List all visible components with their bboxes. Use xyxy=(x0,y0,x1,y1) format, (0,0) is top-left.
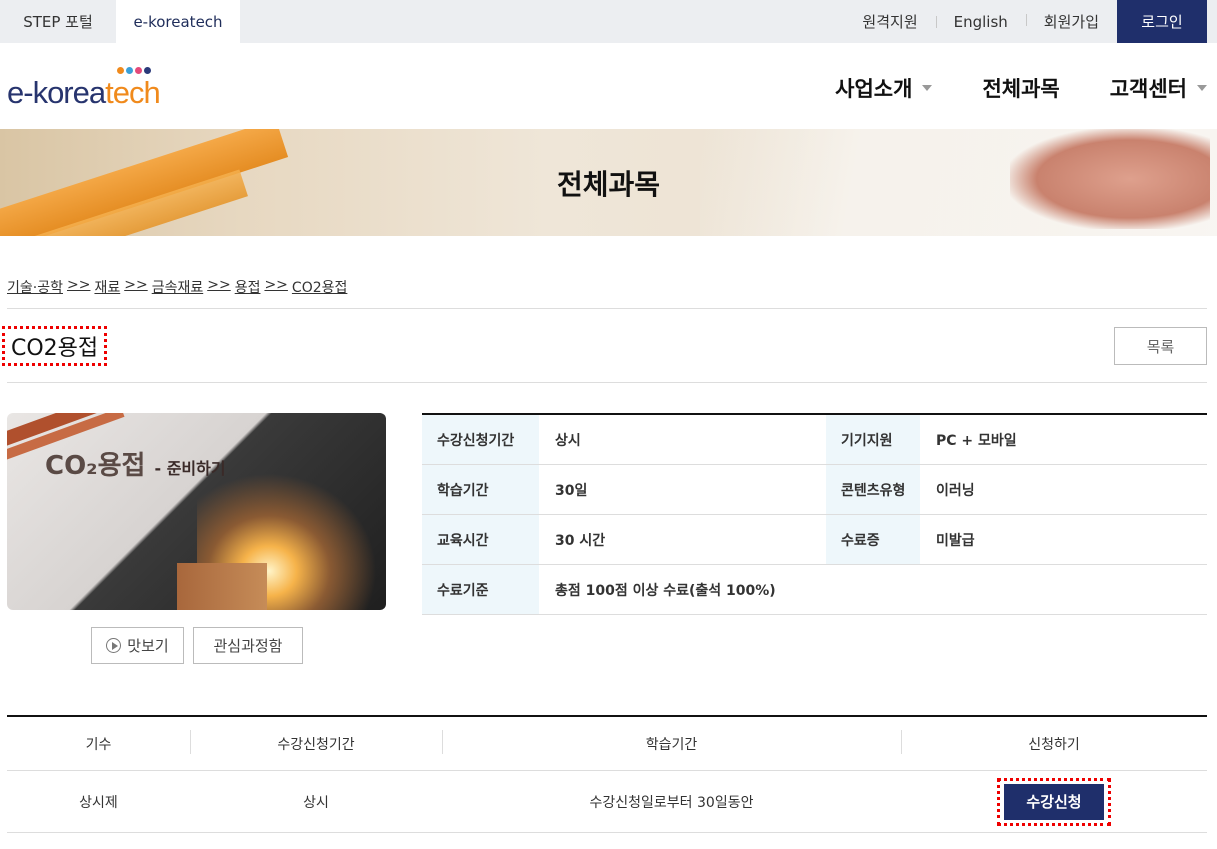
breadcrumb-item[interactable]: 재료 xyxy=(94,277,120,297)
table-row: 교육시간 30 시간 수료증 미발급 xyxy=(422,515,1207,565)
login-button[interactable]: 로그인 xyxy=(1117,0,1207,43)
site-logo[interactable]: e-koreatech xyxy=(7,63,167,113)
list-button[interactable]: 목록 xyxy=(1114,327,1207,365)
divider xyxy=(7,308,1207,309)
period-cell: 상시 xyxy=(303,794,329,811)
apply-cell: 수강신청 xyxy=(901,777,1207,826)
table-row: 상시제 상시 수강신청일로부터 30일동안 수강신청 xyxy=(7,771,1207,833)
table-row: 학습기간 30일 콘텐츠유형 이러닝 xyxy=(422,465,1207,515)
column-header: 신청하기 xyxy=(901,729,1207,754)
info-value: 이러닝 xyxy=(936,482,975,499)
favorite-course-button[interactable]: 관심과정함 xyxy=(193,627,303,664)
course-actions: 맛보기 관심과정함 xyxy=(91,627,303,664)
nav-item-all-courses[interactable]: 전체과목 xyxy=(982,73,1059,103)
info-label: 콘텐츠유형 xyxy=(826,465,920,514)
breadcrumb: 기술·공학 >> 재료 >> 금속재료 >> 용접 >> CO2용접 xyxy=(7,277,348,297)
info-value: 30 시간 xyxy=(555,532,606,549)
table-header: 기수 수강신청기간 학습기간 신청하기 xyxy=(7,717,1207,771)
info-value: 미발급 xyxy=(936,532,975,549)
logo-dots-icon xyxy=(117,67,151,74)
chevron-down-icon xyxy=(1197,85,1207,91)
column-header: 학습기간 xyxy=(442,729,901,754)
course-thumbnail: CO₂용접 - 준비하기 xyxy=(7,413,386,610)
info-label: 학습기간 xyxy=(422,465,539,514)
main-nav: 사업소개 전체과목 고객센터 xyxy=(785,73,1207,103)
nav-item-support[interactable]: 고객센터 xyxy=(1110,73,1207,103)
play-icon xyxy=(106,638,122,653)
breadcrumb-item[interactable]: 용접 xyxy=(235,277,261,297)
logo-text: e-koreatech xyxy=(7,75,161,110)
info-label: 수료증 xyxy=(826,515,920,564)
breadcrumb-item[interactable]: 기술·공학 xyxy=(7,277,63,297)
apply-button[interactable]: 수강신청 xyxy=(997,777,1111,826)
nav-item-business[interactable]: 사업소개 xyxy=(835,73,933,103)
page-banner: 전체과목 xyxy=(0,129,1217,236)
breadcrumb-item[interactable]: CO2용접 xyxy=(292,277,347,297)
info-label: 수강신청기간 xyxy=(422,415,539,464)
tab-e-koreatech[interactable]: e-koreatech xyxy=(116,0,240,43)
column-header: 수강신청기간 xyxy=(190,729,442,754)
breadcrumb-item[interactable]: 금속재료 xyxy=(152,277,204,297)
duration-cell: 수강신청일로부터 30일동안 xyxy=(589,794,754,811)
signup-link[interactable]: 회원가입 xyxy=(1025,11,1117,32)
utility-links: 원격지원 English 회원가입 xyxy=(844,0,1117,43)
info-value: 상시 xyxy=(555,432,581,449)
table-row: 수강신청기간 상시 기기지원 PC + 모바일 xyxy=(422,415,1207,465)
remote-support-link[interactable]: 원격지원 xyxy=(844,11,935,32)
divider xyxy=(7,382,1207,383)
table-row: 수료기준 총점 100점 이상 수료(출석 100%) xyxy=(422,565,1207,615)
top-utility-bar: STEP 포털 e-koreatech 원격지원 English 회원가입 로그… xyxy=(0,0,1217,43)
column-header: 기수 xyxy=(85,736,112,753)
preview-button[interactable]: 맛보기 xyxy=(91,627,184,664)
banner-title: 전체과목 xyxy=(556,167,661,201)
info-label: 수료기준 xyxy=(422,565,539,614)
info-value: PC + 모바일 xyxy=(936,432,1017,449)
site-header: e-koreatech 사업소개 전체과목 고객센터 xyxy=(0,43,1217,129)
tab-step-portal[interactable]: STEP 포털 xyxy=(0,0,116,43)
info-label: 기기지원 xyxy=(826,415,920,464)
info-label: 교육시간 xyxy=(422,515,539,564)
course-title: CO2용접 xyxy=(2,326,108,366)
english-link[interactable]: English xyxy=(935,13,1026,31)
enrollment-table: 기수 수강신청기간 학습기간 신청하기 상시제 상시 수강신청일로부터 30일동… xyxy=(7,715,1207,833)
info-value: 30일 xyxy=(555,482,588,499)
term-cell: 상시제 xyxy=(79,794,118,811)
chevron-down-icon xyxy=(922,85,933,91)
thumbnail-caption: CO₂용접 - 준비하기 xyxy=(45,451,226,481)
course-info-table: 수강신청기간 상시 기기지원 PC + 모바일 학습기간 30일 콘텐츠유형 이… xyxy=(422,413,1207,615)
info-value: 총점 100점 이상 수료(출석 100%) xyxy=(555,582,776,599)
